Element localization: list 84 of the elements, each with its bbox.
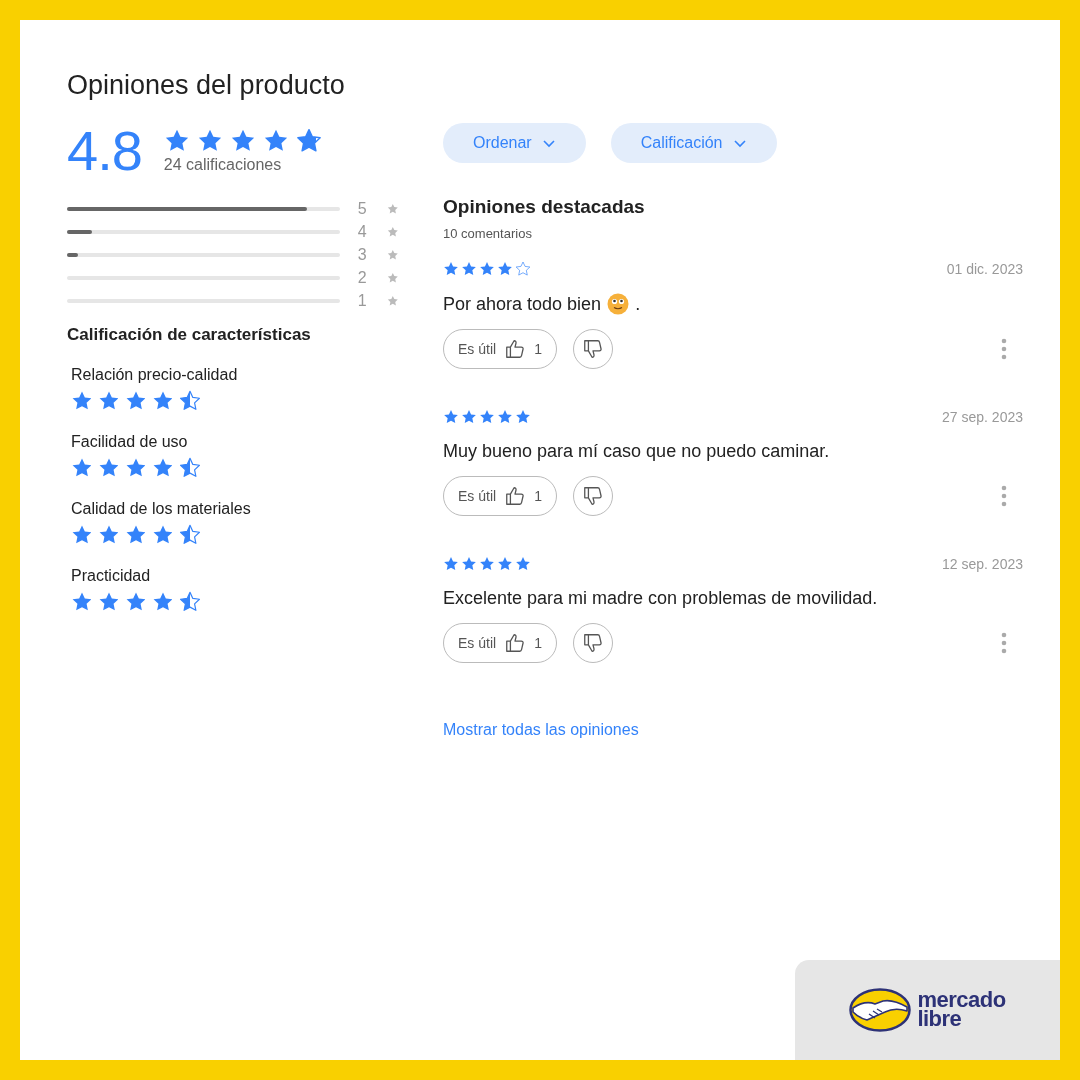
average-rating: 4.8 bbox=[67, 123, 142, 179]
star-icon bbox=[152, 457, 174, 479]
feature-name: Facilidad de uso bbox=[71, 433, 189, 451]
star-icon bbox=[387, 272, 399, 284]
star-icon bbox=[71, 591, 93, 613]
review-text: Muy bueno para mí caso que no puedo caminar. bbox=[443, 441, 830, 462]
more-options-icon bbox=[1001, 338, 1007, 360]
review-date: 01 dic. 2023 bbox=[946, 261, 1023, 277]
star-icon bbox=[71, 524, 93, 546]
logo-icon bbox=[849, 988, 912, 1032]
star-icon bbox=[387, 203, 399, 215]
helpful-button[interactable]: Es útil 1 bbox=[443, 476, 557, 516]
thumbs-up-icon bbox=[504, 485, 527, 507]
star-level-label: 1 bbox=[357, 292, 368, 310]
star-icon bbox=[152, 524, 174, 546]
star-icon bbox=[295, 128, 322, 154]
emoji-icon bbox=[607, 293, 630, 315]
feature-name: Calidad de los materiales bbox=[71, 500, 252, 518]
star-icon bbox=[387, 249, 399, 261]
chevron-down-icon bbox=[541, 138, 556, 148]
section-title: Opiniones del producto bbox=[67, 70, 346, 101]
star-icon bbox=[479, 556, 495, 572]
star-icon bbox=[71, 457, 93, 479]
star-level-label: 2 bbox=[357, 269, 368, 287]
star-icon bbox=[443, 556, 459, 572]
review-date: 27 sep. 2023 bbox=[942, 409, 1023, 425]
star-icon bbox=[443, 261, 459, 277]
star-icon bbox=[125, 390, 147, 412]
comments-count: 10 comentarios bbox=[443, 226, 533, 241]
reviews-heading: Opiniones destacadas bbox=[443, 196, 646, 218]
star-icon bbox=[98, 591, 120, 613]
feature-name: Relación precio-calidad bbox=[71, 366, 239, 384]
star-icon bbox=[479, 409, 495, 425]
features-heading: Calificación de características bbox=[67, 325, 312, 345]
review-text: Excelente para mi madre con problemas de movilidad. bbox=[443, 588, 878, 609]
star-icon bbox=[179, 457, 201, 479]
star-icon bbox=[98, 390, 120, 412]
star-icon bbox=[179, 390, 201, 412]
star-icon bbox=[98, 457, 120, 479]
star-icon bbox=[387, 226, 399, 238]
not-helpful-button[interactable] bbox=[572, 623, 613, 663]
star-level-label: 3 bbox=[357, 246, 368, 264]
thumbs-up-icon bbox=[504, 632, 527, 654]
more-options-icon bbox=[1001, 632, 1007, 654]
not-helpful-button[interactable] bbox=[572, 329, 613, 369]
star-icon bbox=[461, 261, 477, 277]
star-icon bbox=[125, 457, 147, 479]
review-text: . bbox=[635, 293, 641, 315]
star-icon bbox=[515, 556, 531, 572]
review-text: Por ahora todo bien bbox=[443, 293, 602, 315]
helpful-button[interactable]: Es útil 1 bbox=[443, 623, 557, 663]
star-icon bbox=[125, 524, 147, 546]
star-icon bbox=[461, 556, 477, 572]
star-icon bbox=[497, 261, 513, 277]
star-icon bbox=[179, 591, 201, 613]
rating-count: 24 calificaciones bbox=[163, 156, 283, 174]
review-date: 12 sep. 2023 bbox=[942, 556, 1023, 572]
star-level-label: 4 bbox=[357, 223, 368, 241]
feature-name: Practicidad bbox=[71, 567, 152, 585]
star-icon bbox=[443, 409, 459, 425]
logo-text: mercado libre bbox=[917, 991, 1006, 1029]
thumbs-down-icon bbox=[581, 485, 604, 507]
not-helpful-button[interactable] bbox=[572, 476, 613, 516]
thumbs-down-icon bbox=[581, 632, 604, 654]
star-icon bbox=[515, 261, 531, 277]
star-icon bbox=[461, 409, 477, 425]
star-icon bbox=[497, 556, 513, 572]
chevron-down-icon bbox=[732, 138, 747, 148]
star-icon bbox=[152, 390, 174, 412]
star-icon bbox=[179, 524, 201, 546]
star-icon bbox=[515, 409, 531, 425]
show-all-link[interactable]: Mostrar todas las opiniones bbox=[443, 721, 639, 739]
thumbs-up-icon bbox=[504, 338, 527, 360]
star-icon bbox=[125, 591, 147, 613]
helpful-button[interactable]: Es útil 1 bbox=[443, 329, 557, 369]
star-icon bbox=[152, 591, 174, 613]
star-icon bbox=[98, 524, 120, 546]
star-icon bbox=[71, 390, 93, 412]
thumbs-down-icon bbox=[581, 338, 604, 360]
star-level-label: 5 bbox=[357, 200, 368, 218]
more-options-icon bbox=[1001, 485, 1007, 507]
star-icon bbox=[479, 261, 495, 277]
star-icon bbox=[387, 295, 399, 307]
star-icon bbox=[497, 409, 513, 425]
